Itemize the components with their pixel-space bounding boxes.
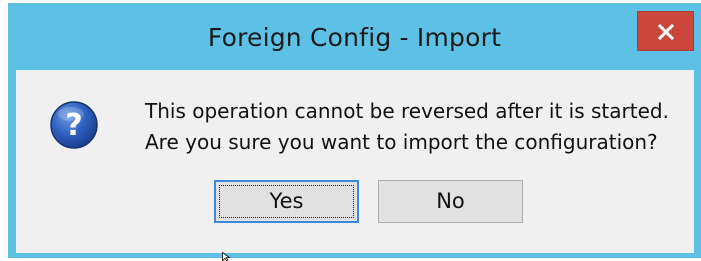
yes-button[interactable]: Yes <box>214 180 359 223</box>
dialog-content: ? This operation cannot be reversed afte… <box>16 70 694 253</box>
mouse-cursor-icon <box>222 252 231 261</box>
message-line-2: Are you sure you want to import the conf… <box>145 130 658 154</box>
no-button[interactable]: No <box>378 180 523 223</box>
close-icon <box>658 24 674 40</box>
question-icon: ? <box>50 101 98 149</box>
window-title: Foreign Config - Import <box>207 23 502 52</box>
message-line-1: This operation cannot be reversed after … <box>145 99 669 123</box>
close-button[interactable] <box>637 11 694 51</box>
yes-button-label: Yes <box>269 189 304 213</box>
title-bar[interactable]: Foreign Config - Import <box>8 3 701 70</box>
dialog-message: This operation cannot be reversed after … <box>145 96 669 158</box>
no-button-label: No <box>436 189 465 213</box>
svg-text:?: ? <box>65 108 82 143</box>
import-dialog: Foreign Config - Import ? This operation… <box>8 3 701 258</box>
